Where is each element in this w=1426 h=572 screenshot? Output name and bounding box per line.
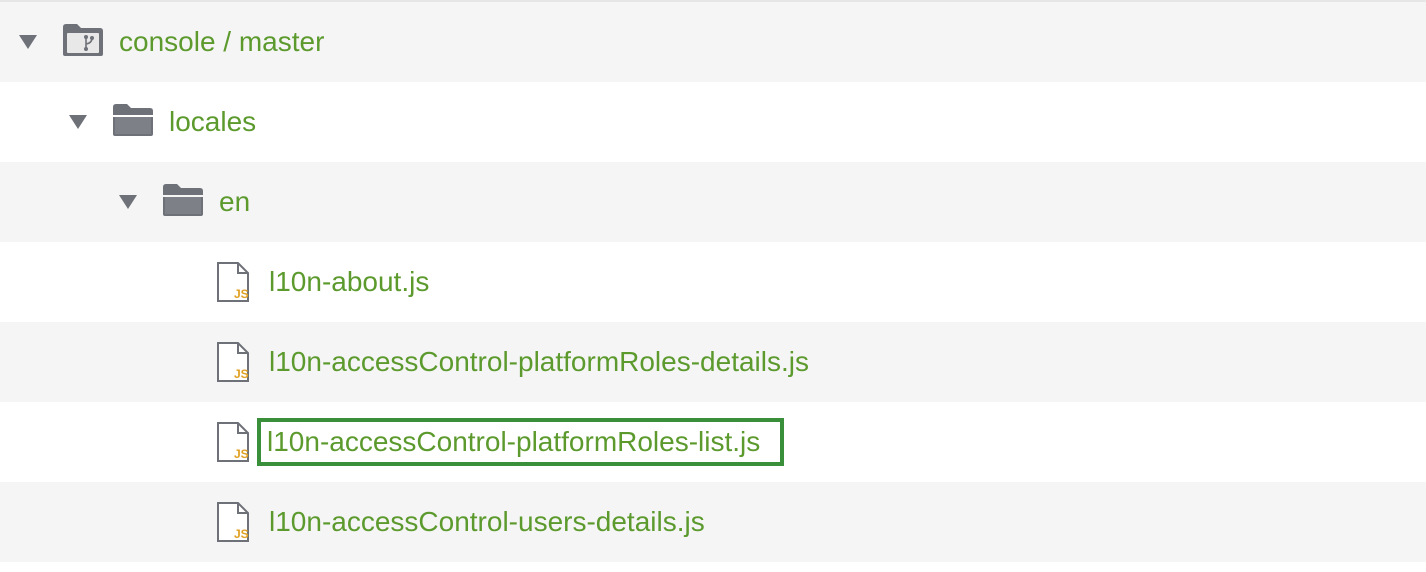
js-file-icon: JS bbox=[216, 501, 252, 543]
tree-row-locales[interactable]: locales bbox=[0, 82, 1426, 162]
tree-label-file[interactable]: l10n-accessControl-users-details.js bbox=[269, 502, 705, 542]
js-file-icon: JS bbox=[216, 421, 252, 463]
js-file-icon: JS bbox=[216, 341, 252, 383]
expand-caret-icon[interactable] bbox=[117, 192, 139, 212]
expand-caret-icon[interactable] bbox=[17, 32, 39, 52]
js-file-icon: JS bbox=[216, 261, 252, 303]
svg-text:JS: JS bbox=[234, 527, 249, 541]
folder-icon bbox=[162, 183, 204, 217]
svg-text:JS: JS bbox=[234, 367, 249, 381]
tree-label-root[interactable]: console / master bbox=[119, 22, 324, 62]
svg-text:JS: JS bbox=[234, 447, 249, 461]
tree-row-en[interactable]: en bbox=[0, 162, 1426, 242]
tree-label-en[interactable]: en bbox=[219, 182, 250, 222]
repo-branch-folder-icon bbox=[62, 23, 104, 57]
tree-row-root[interactable]: console / master bbox=[0, 2, 1426, 82]
tree-label-file-selected[interactable]: l10n-accessControl-platformRoles-list.js bbox=[256, 418, 785, 466]
svg-text:JS: JS bbox=[234, 287, 249, 301]
tree-label-locales[interactable]: locales bbox=[169, 102, 256, 142]
file-tree: console / master locales en JS l10n-abou… bbox=[0, 0, 1426, 572]
tree-label-file[interactable]: l10n-accessControl-platformRoles-details… bbox=[269, 342, 809, 382]
tree-row-file[interactable]: JS l10n-accessControl-users-details.js bbox=[0, 482, 1426, 562]
folder-icon bbox=[112, 103, 154, 137]
tree-row-file[interactable]: JS l10n-accessControl-platformRoles-deta… bbox=[0, 322, 1426, 402]
tree-row-file-selected[interactable]: JS l10n-accessControl-platformRoles-list… bbox=[0, 402, 1426, 482]
tree-row-file[interactable]: JS l10n-about.js bbox=[0, 242, 1426, 322]
tree-label-file[interactable]: l10n-about.js bbox=[269, 262, 429, 302]
expand-caret-icon[interactable] bbox=[67, 112, 89, 132]
